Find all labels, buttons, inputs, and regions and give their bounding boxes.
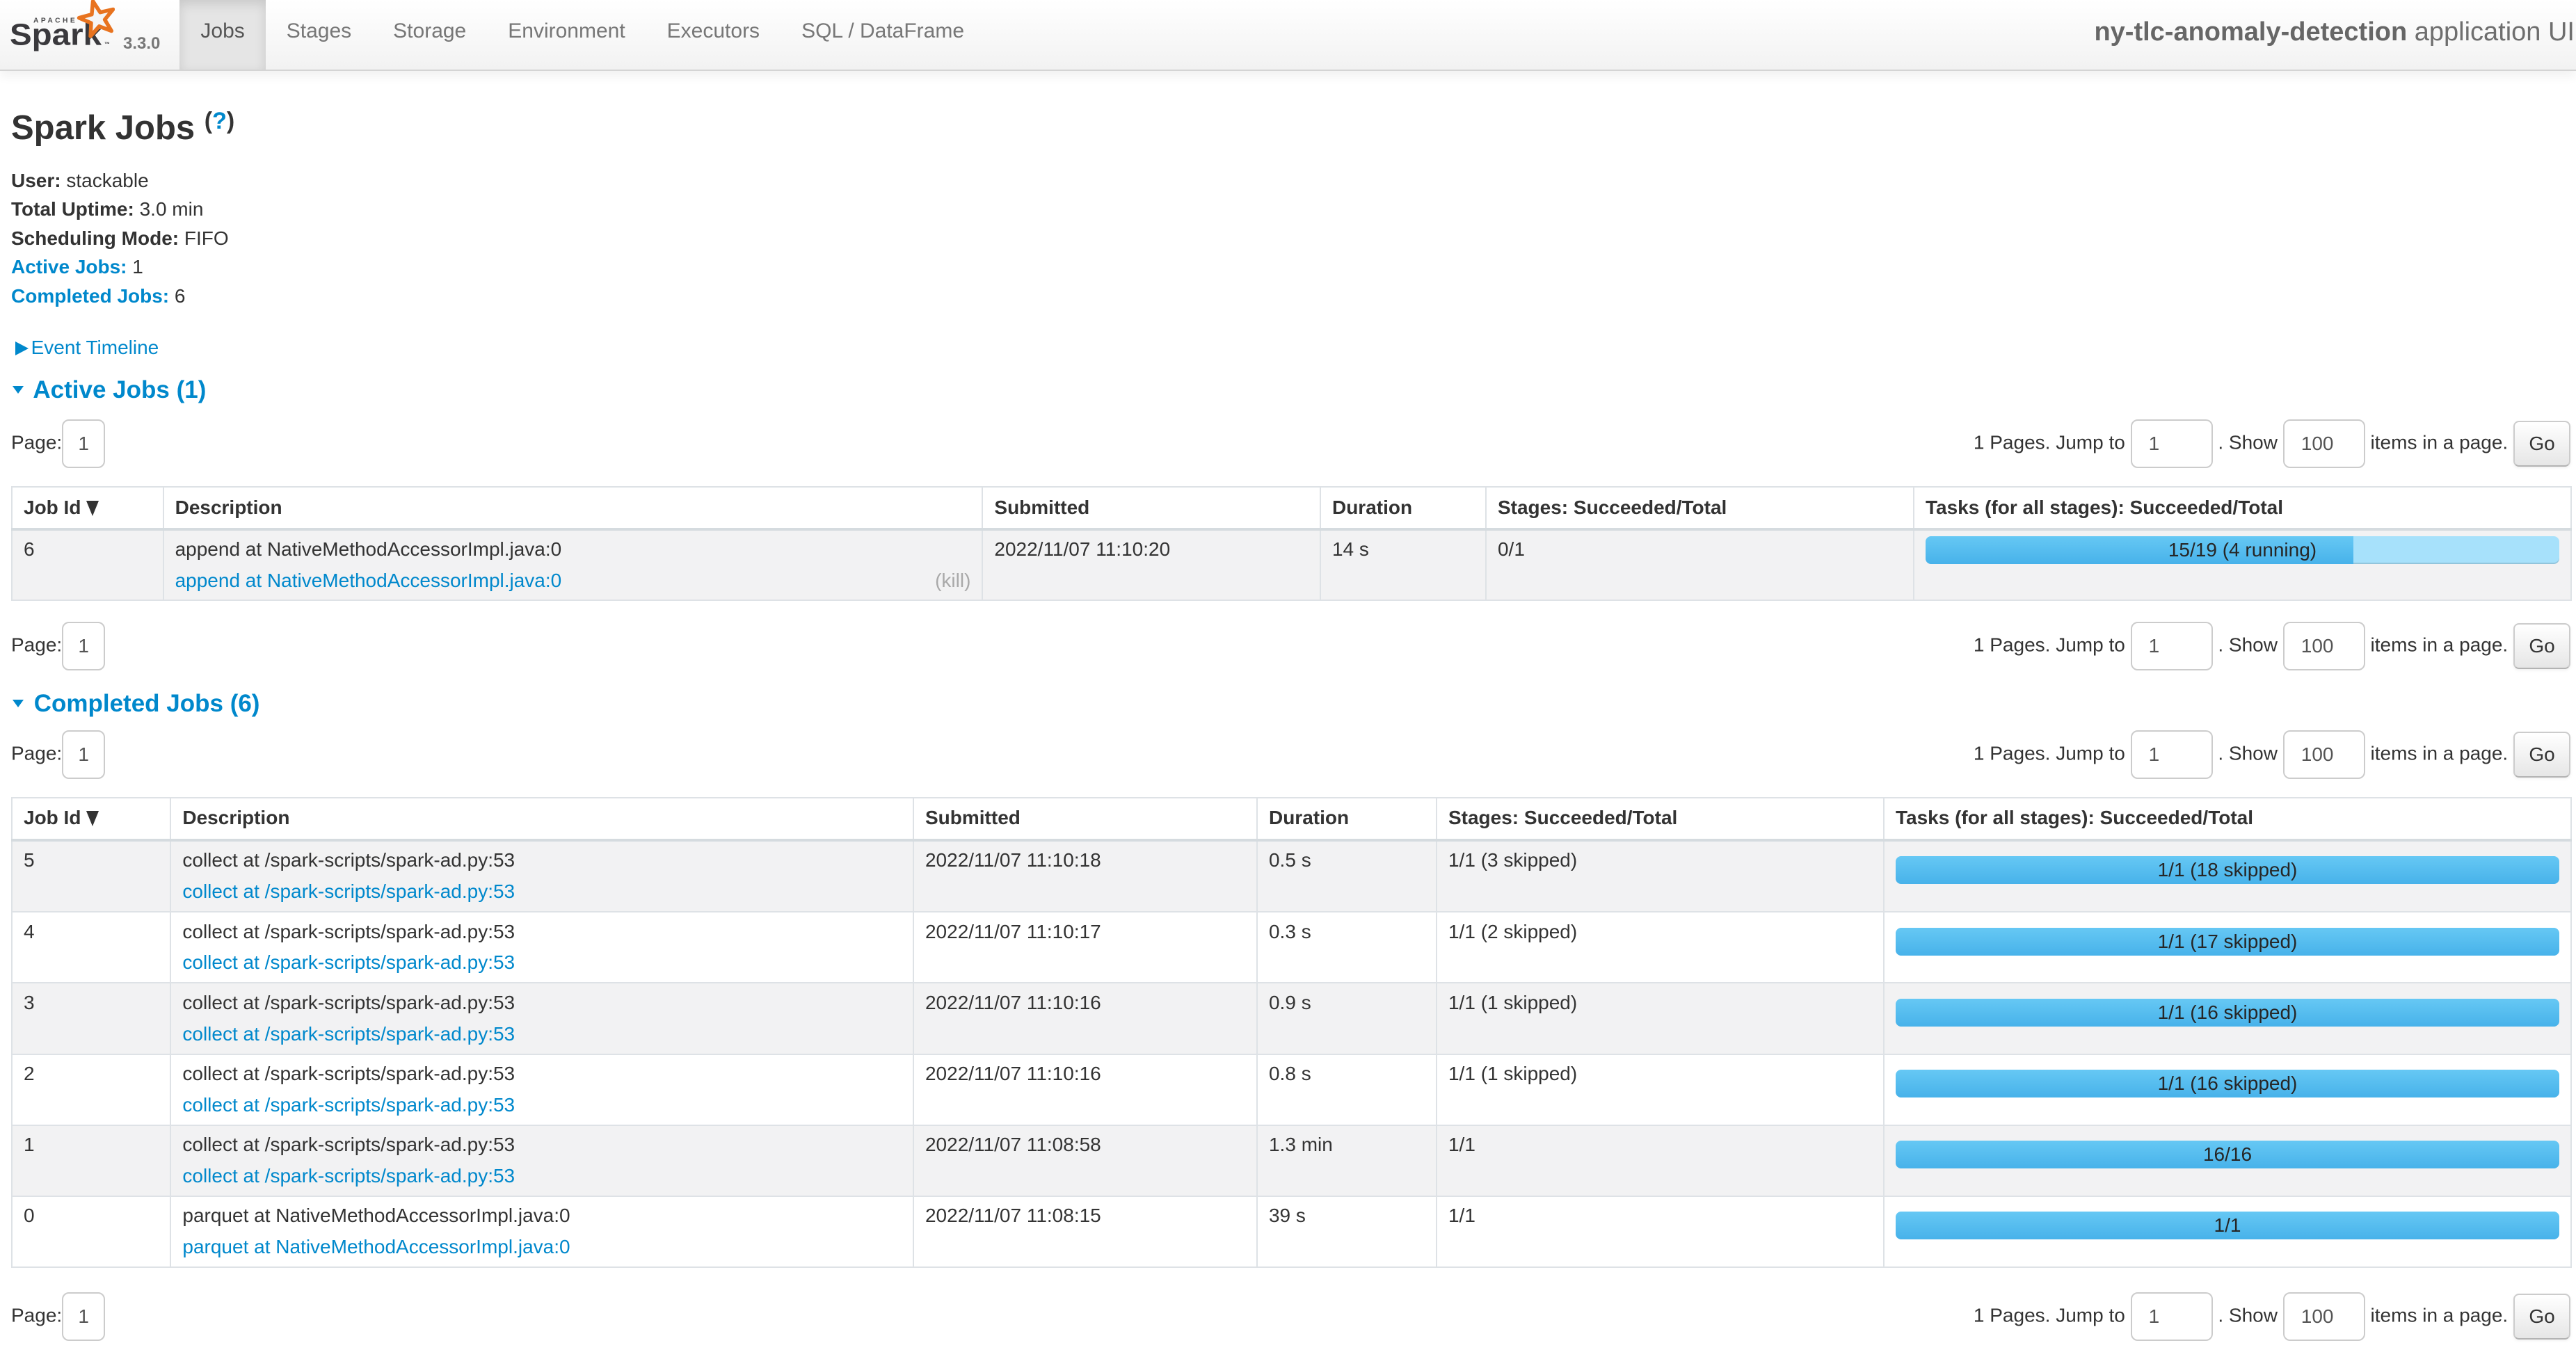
svg-text:™: ™ xyxy=(104,41,110,47)
